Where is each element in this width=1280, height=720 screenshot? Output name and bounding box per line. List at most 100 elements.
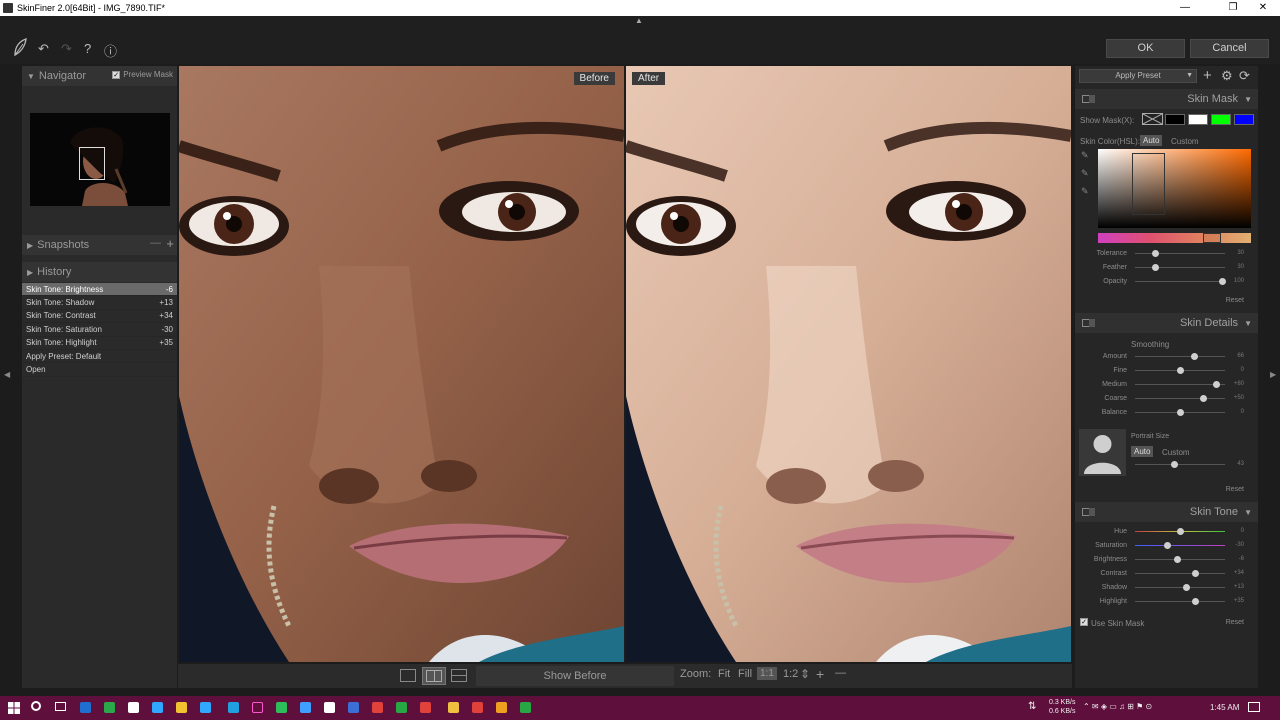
taskbar-app-icon[interactable] <box>80 702 91 713</box>
skin-details-reset-button[interactable]: Reset <box>1226 486 1244 493</box>
taskbar-app-icon[interactable] <box>128 702 139 713</box>
slider-row[interactable]: Saturation -30 <box>1075 539 1258 553</box>
taskbar-app-icon[interactable] <box>276 702 287 713</box>
slider-row[interactable]: Contrast +34 <box>1075 567 1258 581</box>
zoom-1-2-button[interactable]: 1:2 <box>783 668 798 680</box>
eyedropper-subtract-icon[interactable]: ✎ <box>1081 186 1089 197</box>
snapshots-header[interactable]: ▶ Snapshots — + <box>22 235 177 255</box>
portrait-size-slider[interactable]: 43 <box>1075 458 1258 472</box>
slider-row[interactable]: Balance 0 <box>1075 406 1258 420</box>
navigator-header[interactable]: ▼ Navigator ✓ Preview Mask <box>22 66 177 86</box>
zoom-in-button[interactable]: + <box>816 666 824 682</box>
clock-time[interactable]: 1:45 AM <box>1210 703 1239 712</box>
history-item[interactable]: Skin Tone: Contrast +34 <box>22 310 177 324</box>
taskbar-app-icon[interactable] <box>152 702 163 713</box>
slider-row[interactable]: Opacity 100 <box>1075 275 1258 289</box>
use-skin-mask-checkbox[interactable]: ✓ <box>1080 618 1088 626</box>
taskbar-app-icon[interactable] <box>472 702 483 713</box>
slider-knob[interactable] <box>1192 598 1200 605</box>
info-icon[interactable]: ⓘ <box>104 41 117 60</box>
preview-mask-checkbox[interactable]: ✓ <box>112 70 121 79</box>
slider-row[interactable]: Tolerance 30 <box>1075 247 1258 261</box>
hue-range-rect[interactable] <box>1203 233 1221 243</box>
search-icon[interactable] <box>31 701 41 711</box>
portrait-custom-button[interactable]: Custom <box>1162 448 1190 457</box>
skin-color-field[interactable] <box>1098 149 1251 228</box>
after-photo[interactable]: After <box>626 66 1071 662</box>
taskbar-app-icon[interactable] <box>324 702 335 713</box>
navigator-viewport-rect[interactable] <box>79 147 105 180</box>
taskbar-app-icon[interactable] <box>496 702 507 713</box>
history-item[interactable]: Apply Preset: Default <box>22 350 177 364</box>
slider-knob[interactable] <box>1199 395 1207 402</box>
gear-icon[interactable]: ⚙ <box>1221 68 1233 84</box>
redo-icon[interactable]: ↷ <box>61 41 72 57</box>
history-header[interactable]: ▶ History <box>22 262 177 282</box>
apply-preset-dropdown[interactable]: Apply Preset ▼ <box>1079 69 1197 83</box>
system-tray-icons[interactable]: ⌃ ✉ ◈ ▭ ♫ ⊞ ⚑ ⊙ <box>1083 702 1152 711</box>
slider-knob[interactable] <box>1177 409 1184 416</box>
slider-row[interactable]: Coarse +50 <box>1075 392 1258 406</box>
slider-knob[interactable] <box>1151 250 1159 257</box>
taskbar-app-icon[interactable] <box>300 702 311 713</box>
hue-slider-bar[interactable] <box>1098 233 1251 243</box>
slider-knob[interactable] <box>1170 461 1178 468</box>
taskbar-app-icon[interactable] <box>372 702 383 713</box>
ok-button[interactable]: OK <box>1106 39 1185 58</box>
eyedropper-add-icon[interactable]: ✎ <box>1081 168 1089 179</box>
taskbar-app-icon[interactable] <box>448 702 459 713</box>
windows-start-icon[interactable] <box>8 702 20 714</box>
slider-row[interactable]: Amount 66 <box>1075 350 1258 364</box>
split-vertical-view-button[interactable] <box>422 667 446 685</box>
slider-row[interactable]: Hue 0 <box>1075 525 1258 539</box>
taskbar-app-icon[interactable] <box>104 702 115 713</box>
remove-snapshot-button[interactable]: — <box>150 237 161 249</box>
single-view-button[interactable] <box>400 669 416 682</box>
mask-color-swatch[interactable] <box>1234 114 1254 125</box>
mask-color-swatch[interactable] <box>1211 114 1231 125</box>
slider-row[interactable]: Highlight +35 <box>1075 595 1258 609</box>
show-before-button[interactable]: Show Before <box>476 666 674 686</box>
taskbar-app-icon[interactable] <box>396 702 407 713</box>
slider-knob[interactable] <box>1174 556 1182 563</box>
slider-knob[interactable] <box>1192 570 1200 577</box>
mask-color-swatch[interactable] <box>1165 114 1185 125</box>
zoom-fit-button[interactable]: Fit <box>718 668 730 680</box>
skin-mask-reset-button[interactable]: Reset <box>1226 297 1244 304</box>
skin-mask-header[interactable]: Skin Mask ▼ <box>1075 89 1258 109</box>
collapse-top-icon[interactable]: ▲ <box>635 16 643 25</box>
add-snapshot-button[interactable]: + <box>166 236 174 251</box>
taskbar-app-icon[interactable] <box>200 702 211 713</box>
zoom-fill-button[interactable]: Fill <box>738 668 752 680</box>
close-window-button[interactable]: ✕ <box>1246 0 1280 16</box>
split-horizontal-view-button[interactable] <box>451 669 467 682</box>
slider-knob[interactable] <box>1183 584 1191 591</box>
undo-icon[interactable]: ↶ <box>38 41 49 57</box>
history-item[interactable]: Open <box>22 363 177 377</box>
history-item[interactable]: Skin Tone: Brightness -6 <box>22 283 177 297</box>
slider-knob[interactable] <box>1177 367 1184 374</box>
taskbar-app-icon[interactable] <box>176 702 187 713</box>
expand-left-panel-icon[interactable]: ◀ <box>4 370 10 379</box>
slider-knob[interactable] <box>1219 278 1227 285</box>
skin-tone-reset-button[interactable]: Reset <box>1226 619 1244 626</box>
taskbar-app-icon[interactable] <box>420 702 431 713</box>
maximize-button[interactable]: ❐ <box>1216 0 1250 16</box>
taskbar-app-icon[interactable] <box>252 702 263 713</box>
slider-row[interactable]: Brightness -6 <box>1075 553 1258 567</box>
portrait-auto-button[interactable]: Auto <box>1131 446 1154 457</box>
slider-knob[interactable] <box>1163 542 1171 549</box>
navigator-thumbnail[interactable] <box>30 113 170 206</box>
taskbar-app-icon[interactable] <box>520 702 531 713</box>
refresh-icon[interactable]: ⟳ <box>1239 68 1250 84</box>
taskbar-app-icon[interactable] <box>228 702 239 713</box>
cancel-button[interactable]: Cancel <box>1190 39 1269 58</box>
slider-row[interactable]: Fine 0 <box>1075 364 1258 378</box>
slider-row[interactable]: Feather 30 <box>1075 261 1258 275</box>
notifications-icon[interactable] <box>1248 702 1260 712</box>
eyedropper-icon[interactable]: ✎ <box>1081 150 1089 161</box>
history-item[interactable]: Skin Tone: Saturation -30 <box>22 323 177 337</box>
expand-right-panel-icon[interactable]: ▶ <box>1270 370 1276 379</box>
slider-knob[interactable] <box>1213 381 1220 388</box>
slider-knob[interactable] <box>1177 528 1184 535</box>
